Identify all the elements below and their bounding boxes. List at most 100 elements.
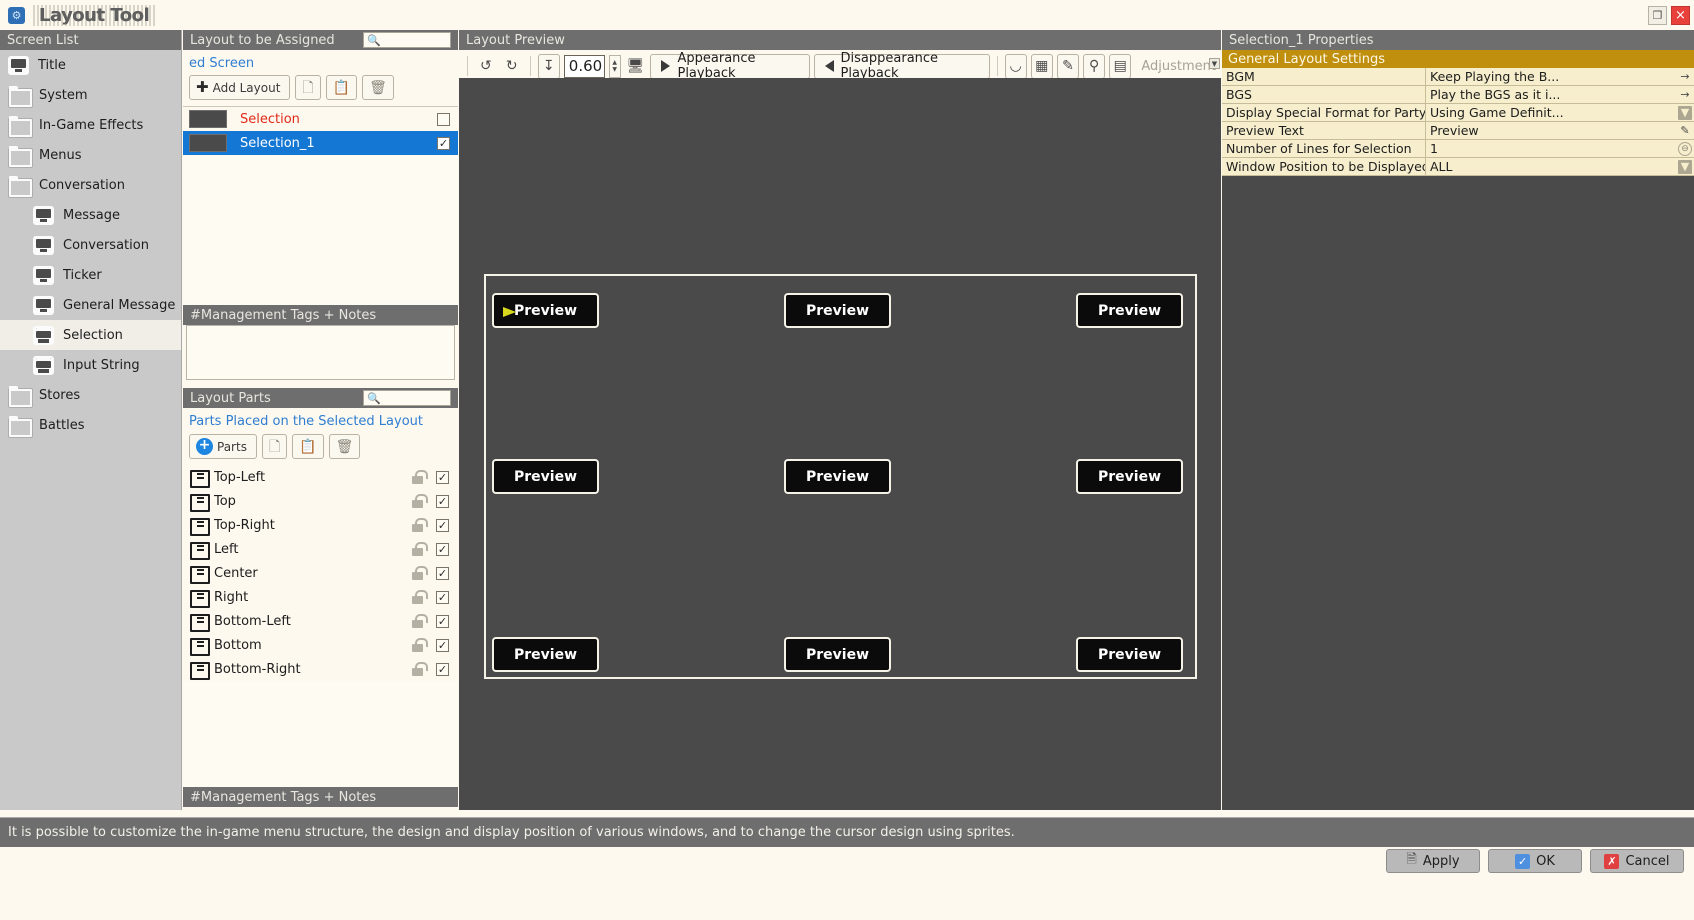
part-row[interactable]: Center✓ — [183, 561, 458, 585]
preview-option-button[interactable]: Preview — [492, 459, 599, 494]
layout-enabled-checkbox[interactable] — [437, 113, 450, 126]
unlock-icon[interactable] — [412, 566, 425, 580]
part-visible-checkbox[interactable]: ✓ — [436, 519, 449, 532]
part-visible-checkbox[interactable]: ✓ — [436, 495, 449, 508]
property-row[interactable]: Preview TextPreview✎ — [1222, 122, 1694, 140]
fit-to-screen-icon[interactable]: ↧ — [538, 54, 560, 79]
layout-row[interactable]: Selection_1✓ — [183, 131, 458, 155]
property-row[interactable]: BGMKeep Playing the B...→ — [1222, 68, 1694, 86]
arrow-icon[interactable]: → — [1678, 88, 1692, 102]
layout-parts-search-input[interactable]: 🔍 — [363, 390, 451, 406]
add-parts-button[interactable]: + Parts — [189, 434, 257, 459]
apply-button[interactable]: 🗎 Apply — [1386, 849, 1480, 873]
part-visible-checkbox[interactable]: ✓ — [436, 639, 449, 652]
spin-down-icon[interactable]: ▼ — [612, 66, 617, 73]
spin-up-icon[interactable]: ▲ — [612, 59, 617, 66]
layout-enabled-checkbox[interactable]: ✓ — [437, 137, 450, 150]
sidebar-item-ticker[interactable]: Ticker — [0, 260, 181, 290]
part-visible-checkbox[interactable]: ✓ — [436, 543, 449, 556]
rotate-cw-icon[interactable]: ↻ — [501, 54, 523, 79]
property-row[interactable]: Display Special Format for PartyUsing Ga… — [1222, 104, 1694, 122]
zoom-stepper[interactable]: ▲ ▼ — [609, 55, 621, 78]
preview-option-button[interactable]: Preview — [1076, 459, 1183, 494]
sidebar-item-stores[interactable]: Stores — [0, 380, 181, 410]
pen-icon[interactable]: ✎ — [1057, 54, 1079, 79]
delete-part-button[interactable]: 🗑 — [329, 434, 361, 459]
property-row[interactable]: Window Position to be DisplayedALL▼ — [1222, 158, 1694, 176]
toolbar-overflow-button[interactable]: ▼ — [1209, 58, 1220, 69]
property-value[interactable]: Play the BGS as it i...→ — [1426, 86, 1694, 104]
sidebar-item-system[interactable]: System — [0, 80, 181, 110]
dropdown-icon[interactable]: ▼ — [1678, 160, 1692, 174]
unlock-icon[interactable] — [412, 518, 425, 532]
pin-icon[interactable]: ⚲ — [1083, 54, 1105, 79]
part-visible-checkbox[interactable]: ✓ — [436, 615, 449, 628]
preview-option-button[interactable]: Preview — [784, 637, 891, 672]
magnet-icon[interactable]: ◡ — [1005, 54, 1027, 79]
pen-icon[interactable]: ✎ — [1678, 124, 1692, 138]
monitor-icon[interactable]: 🖥 — [625, 54, 647, 79]
property-row[interactable]: Number of Lines for Selection1⊖ — [1222, 140, 1694, 158]
part-row[interactable]: Top-Right✓ — [183, 513, 458, 537]
sidebar-item-conversation[interactable]: Conversation — [0, 170, 181, 200]
unlock-icon[interactable] — [412, 494, 425, 508]
property-value[interactable]: 1⊖ — [1426, 140, 1694, 158]
dropdown-icon[interactable]: ▼ — [1678, 106, 1692, 120]
appearance-playback-button[interactable]: Appearance Playback — [650, 54, 809, 79]
unlock-icon[interactable] — [412, 614, 425, 628]
layout-row[interactable]: Selection — [183, 107, 458, 131]
sidebar-item-selection[interactable]: Selection — [0, 320, 181, 350]
add-layout-button[interactable]: ✚ Add Layout — [189, 75, 290, 100]
paste-layout-button[interactable]: 📋 — [326, 75, 357, 100]
property-value[interactable]: ALL▼ — [1426, 158, 1694, 176]
part-visible-checkbox[interactable]: ✓ — [436, 591, 449, 604]
sidebar-item-battles[interactable]: Battles — [0, 410, 181, 440]
preview-option-button[interactable]: Preview — [784, 459, 891, 494]
sidebar-item-message[interactable]: Message — [0, 200, 181, 230]
copy-part-button[interactable]: 🗋 — [262, 434, 287, 459]
unlock-icon[interactable] — [412, 638, 425, 652]
cancel-button[interactable]: ✗ Cancel — [1590, 849, 1684, 873]
screen-list-body[interactable]: TitleSystemIn-Game EffectsMenusConversat… — [0, 50, 181, 810]
sidebar-item-title[interactable]: Title — [0, 50, 181, 80]
property-value[interactable]: Using Game Definit...▼ — [1426, 104, 1694, 122]
copy-layout-button[interactable]: 🗋 — [295, 75, 320, 100]
property-row[interactable]: BGSPlay the BGS as it i...→ — [1222, 86, 1694, 104]
part-visible-checkbox[interactable]: ✓ — [436, 663, 449, 676]
paste-part-button[interactable]: 📋 — [292, 434, 323, 459]
part-row[interactable]: Top-Left✓ — [183, 465, 458, 489]
sidebar-item-general-message[interactable]: General Message — [0, 290, 181, 320]
part-row[interactable]: Bottom-Left✓ — [183, 609, 458, 633]
property-value[interactable]: Keep Playing the B...→ — [1426, 68, 1694, 86]
restore-window-button[interactable]: ❐ — [1648, 6, 1667, 25]
preview-option-button[interactable]: Preview — [492, 637, 599, 672]
layout-parts-list[interactable]: Top-Left✓Top✓Top-Right✓Left✓Center✓Right… — [183, 465, 458, 681]
preview-option-button[interactable]: Preview — [784, 293, 891, 328]
part-row[interactable]: Right✓ — [183, 585, 458, 609]
delete-layout-button[interactable]: 🗑 — [362, 75, 394, 100]
preview-option-button[interactable]: Preview — [1076, 637, 1183, 672]
part-row[interactable]: Top✓ — [183, 489, 458, 513]
sidebar-item-menus[interactable]: Menus — [0, 140, 181, 170]
unlock-icon[interactable] — [412, 542, 425, 556]
unlock-icon[interactable] — [412, 662, 425, 676]
part-row[interactable]: Bottom✓ — [183, 633, 458, 657]
layout-icon[interactable]: ▤ — [1109, 54, 1131, 79]
grid-icon[interactable]: ▦ — [1031, 54, 1053, 79]
assigned-search-input[interactable]: 🔍 — [363, 32, 451, 48]
preview-option-button[interactable]: Preview — [1076, 293, 1183, 328]
sidebar-item-input-string[interactable]: Input String — [0, 350, 181, 380]
preview-option-button[interactable]: Preview — [492, 293, 599, 328]
sidebar-item-conversation[interactable]: Conversation — [0, 230, 181, 260]
sidebar-item-in-game-effects[interactable]: In-Game Effects — [0, 110, 181, 140]
preview-canvas[interactable]: Preview Preview Preview Preview Preview Previ… — [459, 78, 1221, 810]
arrow-icon[interactable]: → — [1678, 70, 1692, 84]
part-visible-checkbox[interactable]: ✓ — [436, 471, 449, 484]
zoom-value-input[interactable]: 0.60 — [564, 55, 605, 78]
part-row[interactable]: Bottom-Right✓ — [183, 657, 458, 681]
assigned-notes-textarea[interactable] — [186, 325, 455, 380]
property-value[interactable]: Preview✎ — [1426, 122, 1694, 140]
properties-rows[interactable]: BGMKeep Playing the B...→BGSPlay the BGS… — [1222, 68, 1694, 176]
unlock-icon[interactable] — [412, 470, 425, 484]
part-visible-checkbox[interactable]: ✓ — [436, 567, 449, 580]
